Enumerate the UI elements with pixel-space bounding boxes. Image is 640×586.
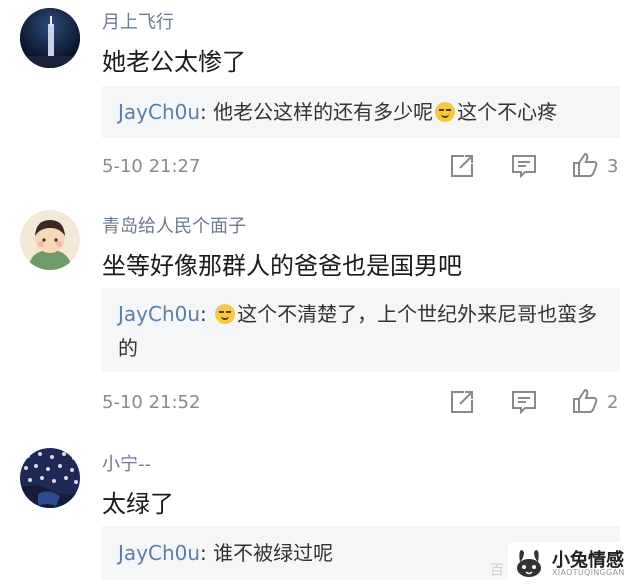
like-count: 3 bbox=[607, 156, 619, 177]
comment-item: 月上飞行 她老公太惨了 JayCh0u: 他老公这样的还有多少呢 这个不心疼 5-… bbox=[0, 0, 640, 190]
watermark-fragment: 百 bbox=[490, 563, 504, 579]
reply-text: 这个不心疼 bbox=[457, 100, 558, 124]
reply-separator: : bbox=[200, 302, 214, 326]
reply-author[interactable]: JayCh0u bbox=[118, 302, 200, 326]
avatar[interactable] bbox=[20, 8, 80, 68]
comment-text: 太绿了 bbox=[102, 490, 174, 518]
comment-icon[interactable] bbox=[511, 390, 537, 416]
reply-text: 谁不被绿过呢 bbox=[213, 541, 334, 565]
rabbit-logo-icon bbox=[512, 548, 548, 580]
reply-text: 的 bbox=[118, 336, 138, 360]
share-icon[interactable] bbox=[450, 154, 474, 180]
comment-text: 坐等好像那群人的爸爸也是国男吧 bbox=[102, 252, 462, 280]
like-icon[interactable] bbox=[572, 388, 598, 414]
watermark: 小兔情感 XIAOTUQINGGAN bbox=[508, 542, 640, 586]
share-icon[interactable] bbox=[450, 390, 474, 416]
reply-separator: : bbox=[200, 541, 214, 565]
watermark-subtitle: XIAOTUQINGGAN bbox=[552, 568, 625, 577]
comment-username[interactable]: 小宁-- bbox=[102, 450, 151, 476]
comment-time: 5-10 21:27 bbox=[102, 156, 201, 177]
like-icon[interactable] bbox=[572, 152, 598, 178]
reply-box[interactable]: JayCh0u: 他老公这样的还有多少呢 这个不心疼 bbox=[102, 86, 620, 138]
reply-text: 这个不清楚了，上个世纪外来尼哥也蛮多 bbox=[237, 302, 598, 326]
comment-username[interactable]: 青岛给人民个面子 bbox=[102, 212, 246, 238]
comment-icon[interactable] bbox=[511, 154, 537, 180]
comment-username[interactable]: 月上飞行 bbox=[102, 8, 174, 34]
avatar[interactable] bbox=[20, 448, 80, 508]
reply-author[interactable]: JayCh0u bbox=[118, 541, 200, 565]
like-count: 2 bbox=[607, 392, 619, 413]
smile-emoji-icon bbox=[215, 304, 236, 324]
reply-box[interactable]: JayCh0u: 这个不清楚了，上个世纪外来尼哥也蛮多的 bbox=[102, 288, 620, 372]
avatar[interactable] bbox=[20, 210, 80, 270]
comment-text: 她老公太惨了 bbox=[102, 48, 246, 76]
reply-author[interactable]: JayCh0u bbox=[118, 100, 200, 124]
reply-separator: : bbox=[200, 100, 214, 124]
reply-text: 他老公这样的还有多少呢 bbox=[213, 100, 434, 124]
smile-emoji-icon bbox=[435, 102, 456, 122]
comment-item: 青岛给人民个面子 坐等好像那群人的爸爸也是国男吧 JayCh0u: 这个不清楚了… bbox=[0, 200, 640, 428]
comment-time: 5-10 21:52 bbox=[102, 392, 201, 413]
